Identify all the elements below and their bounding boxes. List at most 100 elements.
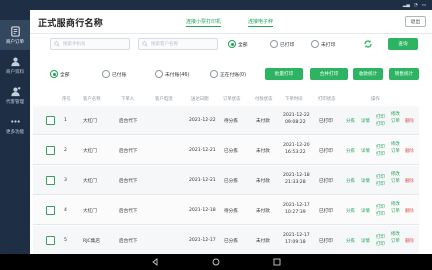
query-button[interactable]: 查询 [388,38,418,50]
cell-placer: 后台代下 [119,209,138,214]
table-row[interactable]: 5 RJC集店 后台代下 2021-12-17 已分拣 未付款 2021-12-17 17:0… [33,226,419,255]
detail-link[interactable]: 详情 [361,118,370,124]
home-icon[interactable] [211,257,221,267]
delete-link[interactable]: 删除 [405,208,414,214]
connect-scale-link[interactable]: 连接电子秤 [248,18,274,27]
cell-pay-status: 未付款 [256,239,270,244]
modify-link-2[interactable]: 订单 [391,118,400,124]
detail-link[interactable]: 详情 [361,238,370,244]
table-row[interactable]: 2 大红门 后台代下 2021-12-21 已分拣 未付款 2021-12-20 16:53:… [33,136,419,165]
sort-link[interactable]: 分拣 [346,208,355,214]
print-link[interactable]: 打印 [376,114,385,120]
delete-link[interactable]: 删除 [405,118,414,124]
cell-index: 1 [64,118,67,123]
status-bar: ▂▄ ◔ ▭ [0,0,432,10]
recents-icon[interactable] [272,257,282,267]
sidebar-item-more[interactable]: 更多功能 [0,110,30,140]
sales-stats-button[interactable]: 销售统计 [389,68,419,80]
sidebar: 商户订单 商户资料 代客管理 更多功能 [0,10,30,254]
print-filter-printed[interactable]: 已打印 [270,40,294,48]
column-header: 客户名称 [83,97,101,102]
print-link-2[interactable]: 打印 [376,241,385,247]
cell-order-clock: 10:27:39 [285,210,306,215]
cell-placer: 后台代下 [119,119,138,124]
row-checkbox[interactable] [46,236,55,245]
sidebar-item-manage[interactable]: 代客管理 [0,80,30,110]
print-link[interactable]: 打印 [376,174,385,180]
radio-label: 已付账 [112,72,127,78]
batch-print-button[interactable]: 批量打印 [265,68,303,80]
print-link[interactable]: 打印 [376,234,385,240]
system-navigation-bar [0,254,432,270]
delete-link[interactable]: 删除 [405,148,414,154]
radio-label: 未打印 [321,42,336,48]
connect-printer-link[interactable]: 连接小票打印机 [186,18,222,27]
radio-dot [311,40,319,48]
logout-button[interactable]: 退出 [405,16,426,27]
receipt-stats-button[interactable]: 收款统计 [353,68,383,80]
header: 正式服商行名称 连接小票打印机 连接电子秤 退出 [30,10,432,34]
bill-filter-unpaid[interactable]: 未付账(46) [155,70,189,78]
sort-link[interactable]: 分拣 [346,238,355,244]
sort-link[interactable]: 分拣 [346,118,355,124]
search-phone-input[interactable]: 搜索手机号 [50,38,130,50]
detail-link[interactable]: 详情 [361,148,370,154]
modify-link-2[interactable]: 订单 [391,238,400,244]
row-checkbox[interactable] [46,176,55,185]
bill-filter-paying[interactable]: 正在付账(0) [210,70,246,78]
modify-link[interactable]: 修改 [391,231,400,237]
print-filter-all[interactable]: 全部 [228,40,248,48]
radio-dot [270,40,278,48]
detail-link[interactable]: 详情 [361,208,370,214]
row-checkbox[interactable] [46,116,55,125]
print-link[interactable]: 打印 [376,144,385,150]
back-icon[interactable] [150,257,160,267]
modify-link[interactable]: 修改 [391,141,400,147]
table-row[interactable]: 1 大红门 后台代下 2021-12-22 待分拣 未付款 2021-12-22 09:08:… [33,106,419,135]
print-link-2[interactable]: 打印 [376,121,385,127]
modify-link-2[interactable]: 订单 [391,208,400,214]
table-row[interactable]: 4 大红门 后台代下 2021-12-18 待分拣 未付款 2021-12-17 10:27:… [33,196,419,225]
cell-pay-status: 未付款 [256,179,270,184]
modify-link[interactable]: 修改 [391,201,400,207]
print-link-2[interactable]: 打印 [376,151,385,157]
sort-link[interactable]: 分拣 [346,178,355,184]
modify-link[interactable]: 修改 [391,171,400,177]
cell-index: 4 [64,208,67,213]
detail-link[interactable]: 详情 [361,178,370,184]
column-header: 付款状态 [255,97,273,102]
print-filter-unprinted[interactable]: 未打印 [311,40,335,48]
cell-customer: 大红门 [83,119,97,124]
bill-filter-all[interactable]: 全部 [50,70,70,78]
cell-index: 2 [64,148,67,153]
bill-filter-paid[interactable]: 已付账 [102,70,126,78]
cell-index: 5 [64,238,67,243]
modify-link-2[interactable]: 订单 [391,178,400,184]
row-checkbox[interactable] [46,206,55,215]
print-link[interactable]: 打印 [376,204,385,210]
delete-link[interactable]: 删除 [405,178,414,184]
merge-print-button[interactable]: 合并打印 [310,68,348,80]
refresh-icon[interactable] [363,39,373,49]
modify-link[interactable]: 修改 [391,111,400,117]
print-link-2[interactable]: 打印 [376,211,385,217]
cell-date: 2021-12-22 [189,118,216,123]
sort-link[interactable]: 分拣 [346,148,355,154]
sidebar-item-profile[interactable]: 商户资料 [0,50,30,80]
cell-print-status: 已打印 [319,209,333,214]
cell-date: 2021-12-21 [189,178,216,183]
cell-date: 2021-12-18 [189,208,216,213]
signal-icon: ▂▄ [402,2,410,8]
table-row[interactable]: 3 大红门 后台代下 2021-12-21 已分拣 未付款 2021-12-18 21:33:… [33,166,419,195]
manage-icon [10,86,20,96]
modify-link-2[interactable]: 订单 [391,148,400,154]
delete-link[interactable]: 删除 [405,238,414,244]
row-checkbox[interactable] [46,146,55,155]
column-header: 订单状态 [223,97,241,102]
cell-order-status: 已分拣 [224,149,238,154]
search-customer-input[interactable]: 搜索客户名称 [138,38,218,50]
print-link-2[interactable]: 打印 [376,181,385,187]
cell-date: 2021-12-17 [189,238,216,243]
radio-label: 未付账(46) [165,72,190,78]
sidebar-item-orders[interactable]: 商户订单 [0,20,30,50]
